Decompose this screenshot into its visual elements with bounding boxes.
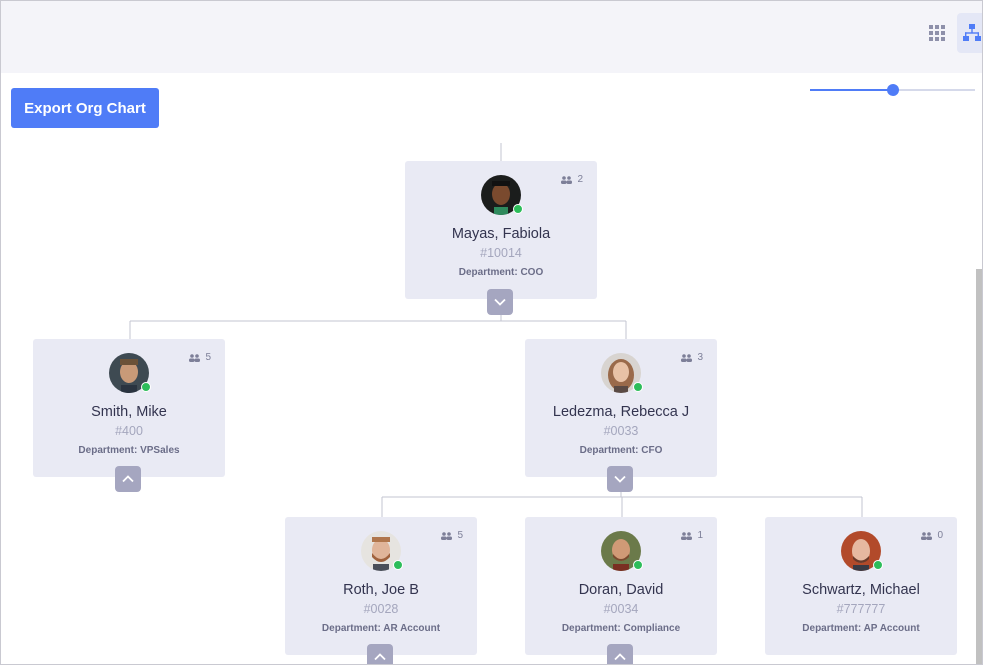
vertical-scrollbar[interactable] xyxy=(976,269,982,664)
reports-value: 5 xyxy=(457,530,463,541)
avatar xyxy=(601,353,643,393)
chevron-up-icon xyxy=(374,653,386,661)
employee-name: Roth, Joe B xyxy=(343,582,419,598)
avatar xyxy=(841,531,883,571)
chevron-down-icon xyxy=(494,298,506,306)
online-status-dot xyxy=(633,382,643,392)
people-icon xyxy=(189,353,201,362)
org-node-david[interactable]: 1 Doran, David #0034 Department: Complia… xyxy=(525,517,717,655)
employee-id: #0028 xyxy=(363,602,399,616)
direct-reports-count: 3 xyxy=(681,352,703,363)
online-status-dot xyxy=(873,560,883,570)
org-node-rebecca[interactable]: 3 Ledezma, Rebecca J #0033 Department: C… xyxy=(525,339,717,477)
expand-toggle-mike[interactable] xyxy=(115,466,141,492)
people-icon xyxy=(681,353,693,362)
online-status-dot xyxy=(513,204,523,214)
reports-value: 0 xyxy=(937,530,943,541)
people-icon xyxy=(681,531,693,540)
people-icon xyxy=(441,531,453,540)
employee-name: Schwartz, Michael xyxy=(802,582,920,598)
direct-reports-count: 5 xyxy=(441,530,463,541)
direct-reports-count: 1 xyxy=(681,530,703,541)
org-node-michael[interactable]: 0 Schwartz, Michael #777777 Department: … xyxy=(765,517,957,655)
avatar xyxy=(109,353,151,393)
chevron-up-icon xyxy=(614,653,626,661)
employee-id: #777777 xyxy=(836,602,886,616)
expand-toggle-joe[interactable] xyxy=(367,644,393,664)
avatar xyxy=(361,531,403,571)
employee-name: Doran, David xyxy=(578,582,664,598)
employee-department: Department: AR Account xyxy=(321,623,441,634)
people-icon xyxy=(921,531,933,540)
employee-id: #0033 xyxy=(603,424,639,438)
employee-department: Department: AP Account xyxy=(802,623,920,634)
employee-name: Mayas, Fabiola xyxy=(451,226,551,242)
employee-department: Department: COO xyxy=(458,267,544,278)
org-node-mike[interactable]: 5 Smith, Mike #400 Department: VPSales xyxy=(33,339,225,477)
avatar xyxy=(601,531,643,571)
collapse-toggle-fabiola[interactable] xyxy=(487,289,513,315)
people-icon xyxy=(561,175,573,184)
chevron-down-icon xyxy=(614,475,626,483)
direct-reports-count: 2 xyxy=(561,174,583,185)
reports-value: 2 xyxy=(577,174,583,185)
org-chart-window: Export Org Chart 2 Mayas, Fabiola #10014… xyxy=(0,0,983,665)
online-status-dot xyxy=(633,560,643,570)
avatar xyxy=(481,175,523,215)
employee-name: Smith, Mike xyxy=(91,404,167,420)
online-status-dot xyxy=(141,382,151,392)
collapse-toggle-rebecca[interactable] xyxy=(607,466,633,492)
employee-id: #10014 xyxy=(480,246,522,260)
online-status-dot xyxy=(393,560,403,570)
org-node-joe[interactable]: 5 Roth, Joe B #0028 Department: AR Accou… xyxy=(285,517,477,655)
reports-value: 1 xyxy=(697,530,703,541)
chevron-up-icon xyxy=(122,475,134,483)
reports-value: 5 xyxy=(205,352,211,363)
expand-toggle-david[interactable] xyxy=(607,644,633,664)
employee-department: Department: Compliance xyxy=(561,623,681,634)
reports-value: 3 xyxy=(697,352,703,363)
direct-reports-count: 5 xyxy=(189,352,211,363)
employee-department: Department: CFO xyxy=(579,445,663,456)
direct-reports-count: 0 xyxy=(921,530,943,541)
employee-department: Department: VPSales xyxy=(78,445,180,456)
employee-name: Ledezma, Rebecca J xyxy=(552,404,690,420)
employee-id: #0034 xyxy=(603,602,639,616)
org-node-fabiola[interactable]: 2 Mayas, Fabiola #10014 Department: COO xyxy=(405,161,597,299)
employee-id: #400 xyxy=(115,424,143,438)
